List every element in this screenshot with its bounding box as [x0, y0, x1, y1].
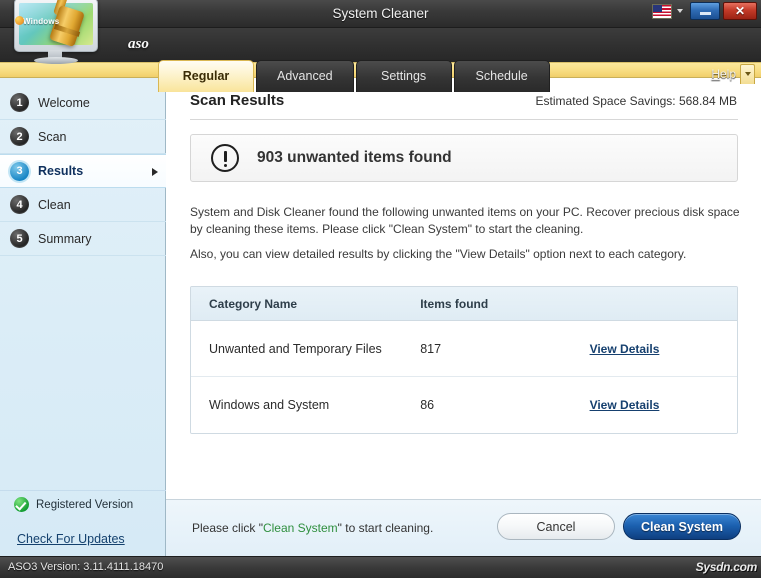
page-title: Scan Results — [190, 92, 284, 109]
footer-message-post: " to start cleaning. — [338, 521, 434, 535]
tab-settings[interactable]: Settings — [356, 60, 452, 92]
sidebar-item-summary[interactable]: 5 Summary — [0, 222, 166, 256]
status-bar: ASO3 Version: 3.11.4111.18470 Sysdn.com — [0, 556, 761, 578]
table-row[interactable]: Windows and System 86 View Details — [191, 377, 737, 433]
footer-buttons: Cancel Clean System — [497, 513, 741, 540]
cell-items-found: 817 — [420, 342, 589, 356]
header-divider — [190, 119, 738, 120]
cell-actions: View Details — [590, 396, 737, 414]
help-area: Help — [711, 64, 755, 84]
minimize-button[interactable] — [690, 2, 720, 20]
tab-schedule[interactable]: Schedule — [454, 60, 550, 92]
clean-system-button[interactable]: Clean System — [623, 513, 741, 540]
footer-message-pre: Please click " — [192, 521, 263, 535]
watermark-label: Sysdn.com — [696, 560, 757, 574]
results-table: Category Name Items found Unwanted and T… — [190, 286, 738, 434]
footer-message: Please click "Clean System" to start cle… — [192, 521, 433, 535]
step-number-badge: 4 — [10, 195, 29, 214]
cell-items-found: 86 — [420, 398, 589, 412]
close-button[interactable]: ✕ — [723, 2, 757, 20]
footer-message-highlight: Clean System — [263, 521, 338, 535]
window-controls: ✕ — [652, 2, 757, 20]
sidebar-item-welcome[interactable]: 1 Welcome — [0, 86, 166, 120]
version-label: ASO3 Version: 3.11.4111.18470 — [8, 561, 163, 573]
registration-label: Registered Version — [36, 499, 133, 511]
tab-bar: Regular Advanced Settings Schedule — [158, 60, 552, 92]
action-footer: Please click "Clean System" to start cle… — [166, 500, 761, 556]
help-mnemonic: H — [711, 67, 720, 81]
tab-regular[interactable]: Regular — [158, 60, 254, 92]
check-circle-icon — [14, 497, 29, 512]
cancel-button[interactable]: Cancel — [497, 513, 615, 540]
column-header-items: Items found — [420, 297, 589, 311]
sidebar-item-label: Scan — [38, 130, 67, 144]
description-paragraph-1: System and Disk Cleaner found the follow… — [190, 204, 742, 238]
brand-name: aso — [128, 36, 149, 53]
title-bar: System Cleaner ✕ — [0, 0, 761, 28]
step-number-badge: 5 — [10, 229, 29, 248]
view-details-link[interactable]: View Details — [590, 342, 660, 356]
cell-actions: View Details — [590, 340, 737, 358]
sidebar-item-label: Clean — [38, 198, 71, 212]
estimated-savings-label: Estimated Space Savings: 568.84 MB — [536, 94, 737, 108]
tab-advanced[interactable]: Advanced — [256, 60, 354, 92]
step-number-badge: 2 — [10, 127, 29, 146]
help-label-rest: elp — [720, 67, 736, 81]
app-header: Regular Advanced Settings Schedule Help — [0, 28, 761, 64]
exclamation-circle-icon — [211, 144, 239, 172]
sidebar-item-results[interactable]: 3 Results — [0, 154, 166, 188]
cell-category: Windows and System — [191, 398, 420, 412]
sidebar-item-clean[interactable]: 4 Clean — [0, 188, 166, 222]
registration-status: Registered Version — [0, 490, 166, 518]
chevron-right-icon — [152, 168, 158, 176]
chevron-down-icon[interactable] — [677, 9, 683, 13]
sidebar: 1 Welcome 2 Scan 3 Results 4 Clean 5 — [0, 78, 166, 556]
sidebar-item-scan[interactable]: 2 Scan — [0, 120, 166, 154]
sidebar-footer: Registered Version Check For Updates — [0, 490, 166, 556]
check-for-updates-link[interactable]: Check For Updates — [0, 518, 166, 546]
table-row[interactable]: Unwanted and Temporary Files 817 View De… — [191, 321, 737, 377]
sidebar-item-label: Results — [38, 164, 83, 178]
description-paragraph-2: Also, you can view detailed results by c… — [190, 246, 742, 263]
flag-canton — [653, 5, 662, 12]
help-dropdown-button[interactable] — [740, 64, 755, 84]
sidebar-item-label: Welcome — [38, 96, 90, 110]
window-title: System Cleaner — [0, 0, 761, 28]
column-header-category: Category Name — [191, 297, 420, 311]
cell-category: Unwanted and Temporary Files — [191, 342, 420, 356]
step-number-badge: 1 — [10, 93, 29, 112]
sidebar-item-label: Summary — [38, 232, 91, 246]
step-number-badge: 3 — [10, 162, 29, 181]
help-link[interactable]: Help — [711, 67, 740, 84]
content-pane: Scan Results Estimated Space Savings: 56… — [166, 78, 761, 556]
table-header-row: Category Name Items found — [191, 287, 737, 321]
results-summary-banner: 903 unwanted items found — [190, 134, 738, 182]
view-details-link[interactable]: View Details — [590, 398, 660, 412]
application-window: System Cleaner ✕ Regular Advanced Settin… — [0, 0, 761, 578]
us-flag-icon[interactable] — [652, 4, 672, 19]
body-area: 1 Welcome 2 Scan 3 Results 4 Clean 5 — [0, 78, 761, 556]
sidebar-nav: 1 Welcome 2 Scan 3 Results 4 Clean 5 — [0, 86, 166, 256]
results-summary-text: 903 unwanted items found — [257, 149, 452, 167]
